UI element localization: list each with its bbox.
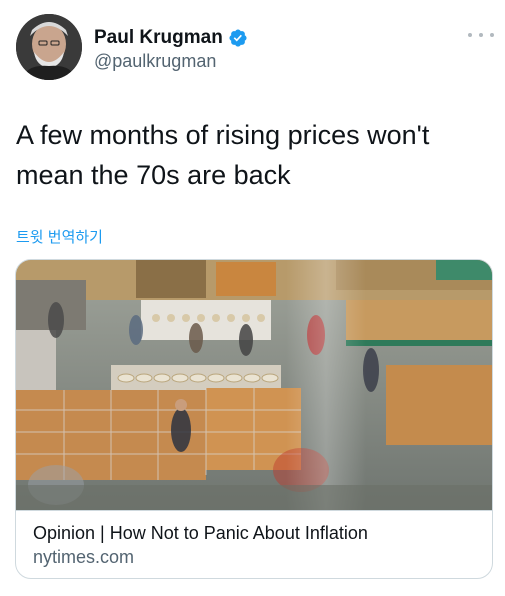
link-card-domain[interactable]: nytimes.com (33, 547, 134, 568)
author-handle[interactable]: @paulkrugman (94, 51, 216, 72)
translate-tweet-link[interactable]: 트윗 번역하기 (16, 226, 103, 247)
warehouse-photo (16, 260, 492, 510)
more-options-icon[interactable] (468, 28, 494, 42)
author-name-row[interactable]: Paul Krugman (94, 26, 248, 50)
author-avatar[interactable] (16, 14, 82, 80)
link-preview-card[interactable]: Opinion | How Not to Panic About Inflati… (15, 259, 493, 579)
link-card-title[interactable]: Opinion | How Not to Panic About Inflati… (33, 523, 368, 544)
tweet-text: A few months of rising prices won't mean… (16, 120, 430, 190)
author-display-name[interactable]: Paul Krugman (94, 27, 223, 49)
card-divider (16, 510, 492, 511)
verified-badge-icon (229, 29, 247, 47)
link-card-image[interactable] (16, 260, 492, 510)
avatar-photo (16, 14, 82, 80)
